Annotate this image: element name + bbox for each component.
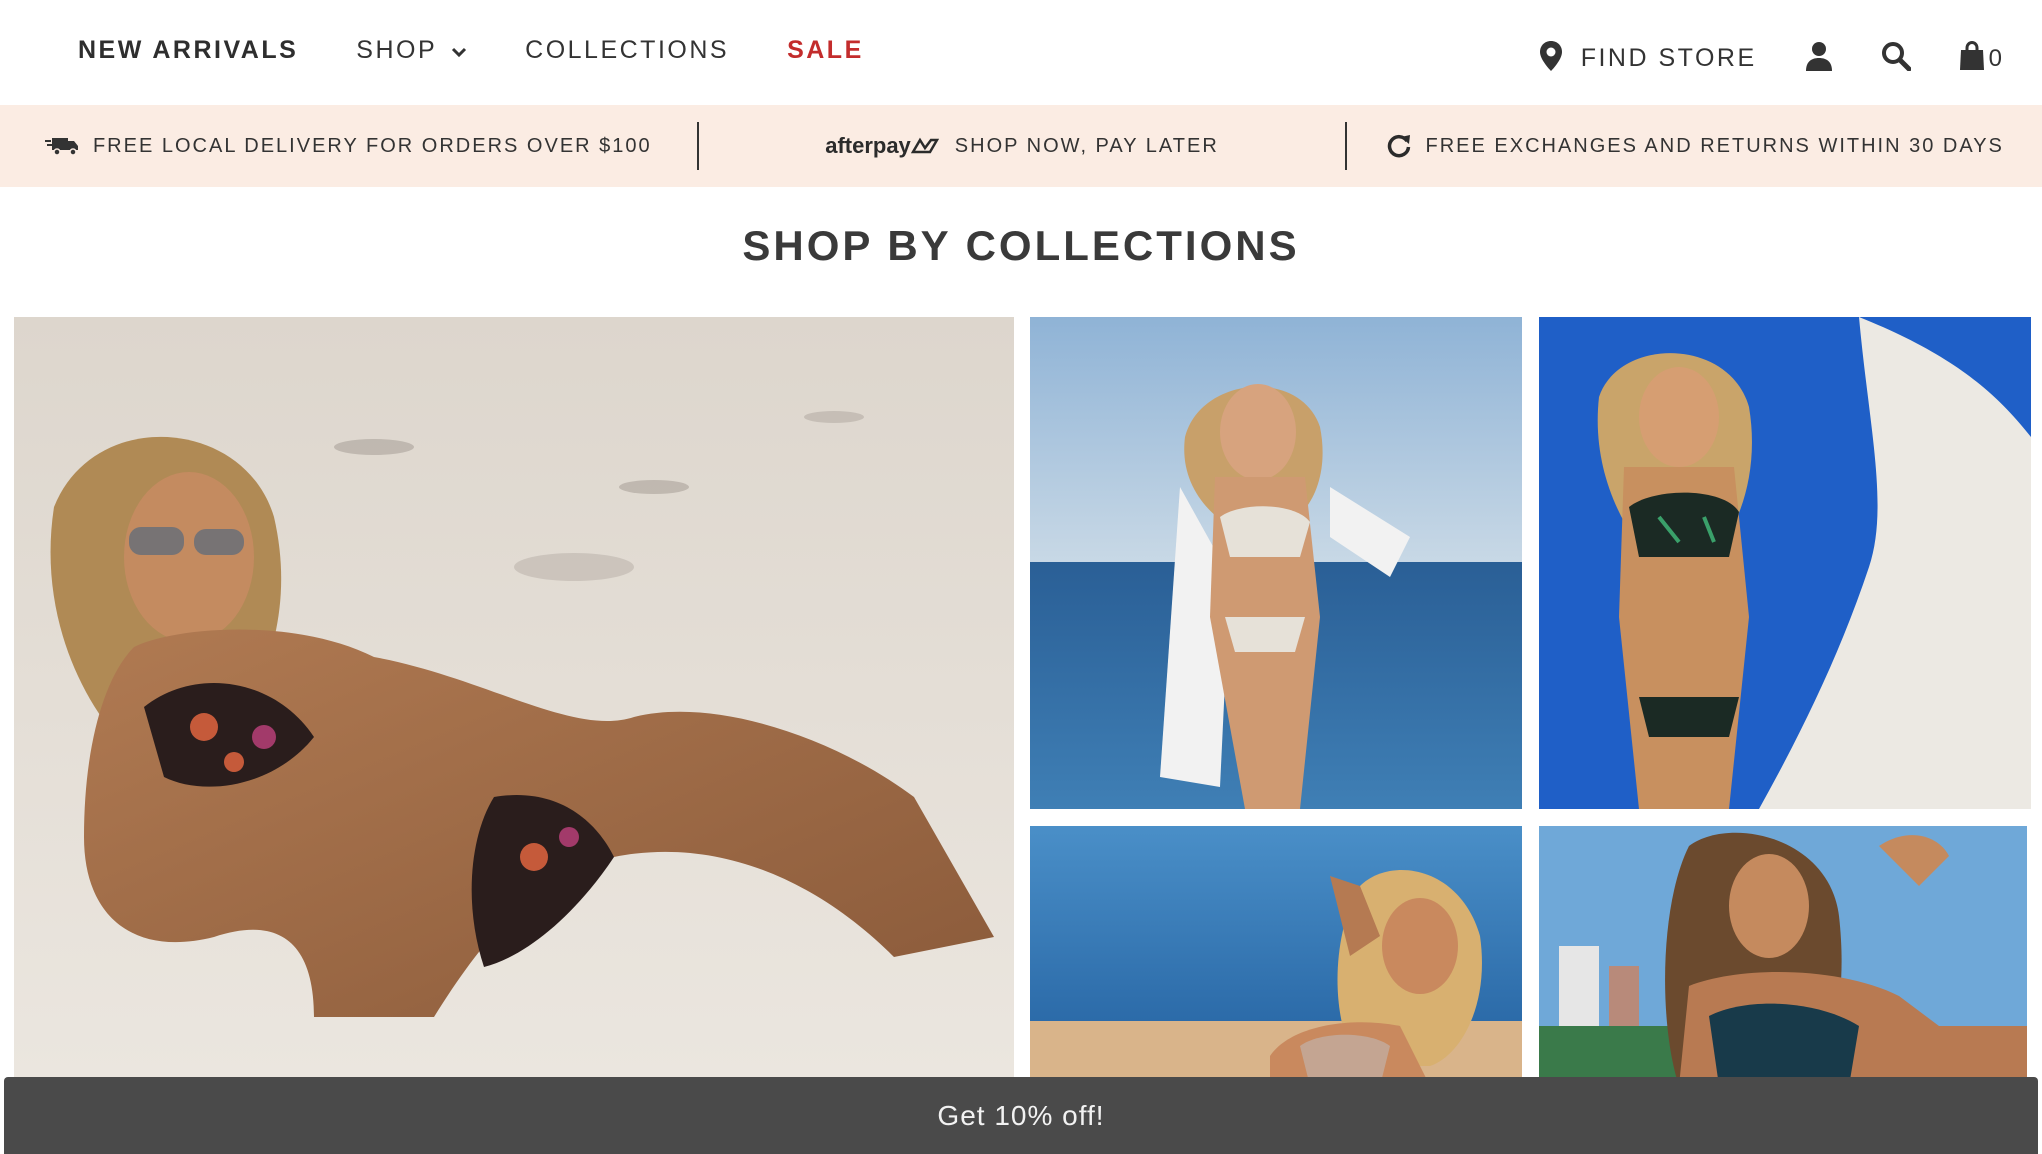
collection-tile-snakeskin[interactable] — [1030, 826, 1522, 1086]
afterpay-logo-text: afterpay — [825, 133, 911, 158]
nav-sale-label: SALE — [787, 36, 864, 64]
promo-returns[interactable]: FREE EXCHANGES AND RETURNS WITHIN 30 DAY… — [1347, 105, 2042, 187]
find-store-link[interactable]: FIND STORE — [1539, 40, 1757, 77]
nav-shop[interactable]: SHOP — [356, 36, 467, 65]
promo-returns-text: FREE EXCHANGES AND RETURNS WITHIN 30 DAY… — [1425, 134, 2004, 157]
nav-shop-label: SHOP — [356, 36, 438, 64]
afterpay-mark-icon — [910, 137, 939, 154]
refresh-icon — [1386, 133, 1412, 159]
nav-collections-label: COLLECTIONS — [525, 36, 730, 64]
promo-afterpay[interactable]: afterpay SHOP NOW, PAY LATER — [699, 105, 1346, 187]
promo-delivery-text: FREE LOCAL DELIVERY FOR ORDERS OVER $100 — [92, 134, 652, 157]
nav-new-arrivals[interactable]: NEW ARRIVALS — [78, 36, 298, 65]
section-title: SHOP BY COLLECTIONS — [742, 222, 1300, 269]
afterpay-logo: afterpay — [825, 133, 939, 159]
account-icon — [1805, 41, 1833, 76]
cart-bag-icon — [1959, 40, 1985, 76]
promo-bar: FREE LOCAL DELIVERY FOR ORDERS OVER $100… — [0, 105, 2042, 187]
find-store-label: FIND STORE — [1580, 44, 1757, 72]
chevron-down-icon — [451, 36, 467, 65]
cart-count: 0 — [1988, 44, 2002, 72]
nav-collections[interactable]: COLLECTIONS — [525, 36, 729, 65]
promo-delivery[interactable]: FREE LOCAL DELIVERY FOR ORDERS OVER $100 — [0, 105, 697, 187]
collection-tile-floral-beach[interactable] — [14, 317, 1014, 1077]
collection-image — [1030, 317, 1522, 809]
account-button[interactable] — [1805, 41, 1833, 76]
discount-popup-bar[interactable]: Get 10% off! — [4, 1077, 2038, 1154]
nav-sale[interactable]: SALE — [787, 36, 864, 65]
discount-popup-label: Get 10% off! — [937, 1099, 1105, 1131]
collection-tile-ocean-white[interactable] — [1030, 317, 1522, 809]
nav-new-arrivals-label: NEW ARRIVALS — [78, 36, 299, 64]
search-button[interactable] — [1881, 41, 1912, 76]
cart-button[interactable]: 0 — [1959, 40, 2002, 76]
promo-afterpay-text: SHOP NOW, PAY LATER — [954, 134, 1219, 157]
delivery-truck-icon — [44, 135, 79, 157]
collection-image — [1030, 826, 1522, 1086]
collection-tile-tropical[interactable] — [1539, 826, 2027, 1086]
location-pin-icon — [1539, 40, 1563, 77]
header-utilities: FIND STORE 0 — [1491, 40, 2002, 77]
collection-image — [14, 317, 1014, 1077]
search-icon — [1881, 41, 1912, 76]
site-header: NEW ARRIVALS SHOP COLLECTIONS SALE FIND … — [0, 0, 2042, 105]
main-nav: NEW ARRIVALS SHOP COLLECTIONS SALE — [78, 36, 922, 65]
collection-tile-horse-palm[interactable] — [1539, 317, 2031, 809]
collection-image — [1539, 826, 2027, 1086]
collection-image — [1539, 317, 2031, 809]
